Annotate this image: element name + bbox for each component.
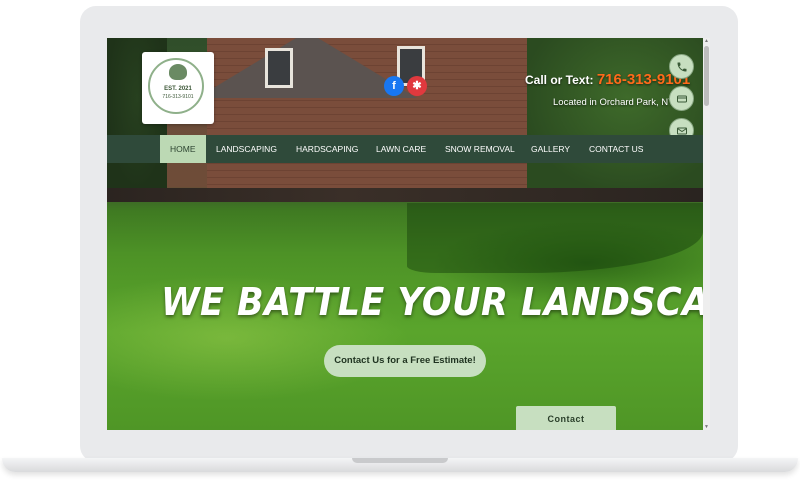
contact-tab-button[interactable]: Contact <box>516 406 616 430</box>
house-image <box>207 38 547 188</box>
company-logo[interactable]: EST. 2021 716-313-9101 <box>142 52 214 124</box>
nav-item-home[interactable]: HOME <box>160 135 206 163</box>
yelp-icon[interactable]: ✱ <box>407 76 427 96</box>
website-screen: EST. 2021 716-313-9101 f ✱ Call or Text:… <box>107 38 710 430</box>
logo-phone: 716-313-9101 <box>162 94 194 100</box>
nav-item-hardscaping[interactable]: HARDSCAPING <box>286 135 368 163</box>
scroll-up-arrow-icon[interactable]: ▲ <box>703 38 710 44</box>
call-label: Call or Text: <box>525 73 594 87</box>
nav-item-landscaping[interactable]: LANDSCAPING <box>206 135 287 163</box>
mulch-bed <box>107 188 703 202</box>
payment-button[interactable] <box>669 86 694 111</box>
logo-established: EST. 2021 <box>164 86 192 92</box>
credit-card-icon <box>676 95 687 102</box>
nav-item-lawn-care[interactable]: LAWN CARE <box>366 135 436 163</box>
laptop-notch <box>352 458 448 463</box>
nav-item-gallery[interactable]: GALLERY <box>521 135 580 163</box>
phone-button[interactable] <box>669 54 694 79</box>
call-or-text: Call or Text: 716-313-9101 <box>525 71 690 88</box>
free-estimate-button[interactable]: Contact Us for a Free Estimate! <box>324 345 486 377</box>
tree-shadow <box>407 203 703 273</box>
nav-item-contact-us[interactable]: CONTACT US <box>579 135 653 163</box>
nav-item-snow-removal[interactable]: SNOW REMOVAL <box>435 135 525 163</box>
scroll-down-arrow-icon[interactable]: ▼ <box>703 424 710 430</box>
tree-icon <box>169 64 187 80</box>
main-navigation: HOME LANDSCAPING HARDSCAPING LAWN CARE S… <box>107 135 703 163</box>
phone-icon <box>677 62 686 71</box>
scroll-thumb[interactable] <box>704 46 709 106</box>
facebook-icon[interactable]: f <box>384 76 404 96</box>
house-window <box>265 48 293 88</box>
hero-headline: WE BATTLE YOUR LANDSCAPE! <box>161 280 710 324</box>
location-text: Located in Orchard Park, NY <box>553 97 675 108</box>
scrollbar[interactable]: ▲ ▼ <box>703 38 710 430</box>
